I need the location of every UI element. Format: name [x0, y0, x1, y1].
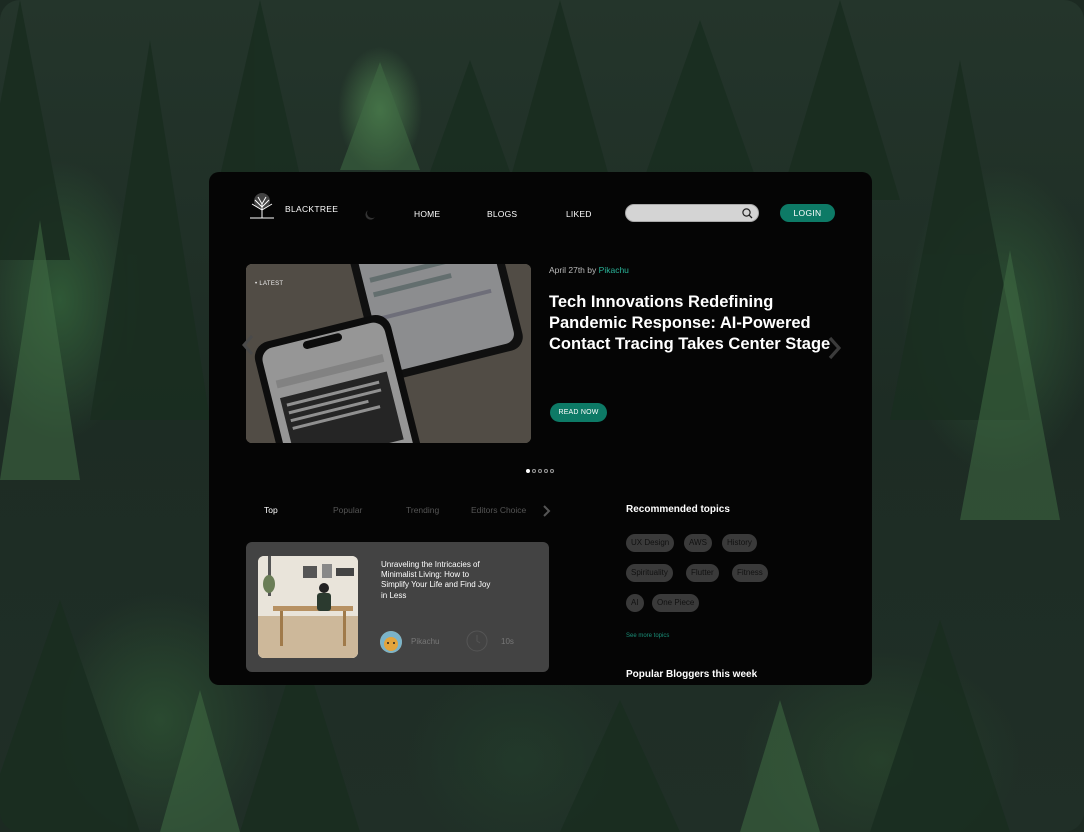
tab-trending[interactable]: Trending [406, 505, 439, 515]
topic-chip[interactable]: Spirituality [626, 564, 673, 582]
chevron-left-icon[interactable] [242, 334, 254, 356]
post-author[interactable]: Pikachu [411, 637, 439, 646]
carousel-dots [526, 469, 554, 473]
carousel-dot[interactable] [544, 469, 548, 473]
recommended-title: Recommended topics [626, 504, 730, 515]
hero-phones-image [246, 264, 531, 443]
topic-chip[interactable]: History [722, 534, 757, 552]
tab-popular[interactable]: Popular [333, 505, 362, 515]
login-button[interactable]: LOGIN [780, 204, 835, 222]
topic-chip[interactable]: AWS [684, 534, 712, 552]
topic-chip[interactable]: One Piece [652, 594, 700, 612]
carousel-dot[interactable] [550, 469, 554, 473]
topic-chip[interactable]: AI [626, 594, 644, 612]
carousel-dot[interactable] [532, 469, 536, 473]
moon-icon[interactable] [366, 207, 379, 220]
search-icon[interactable] [742, 208, 753, 219]
read-now-button[interactable]: READ NOW [550, 403, 607, 422]
avatar[interactable] [380, 631, 402, 653]
popular-bloggers-title: Popular Bloggers this week [626, 669, 758, 680]
hero-by: by [587, 265, 597, 275]
tab-editors-choice[interactable]: Editors Choice [471, 505, 526, 515]
hero-author[interactable]: Pikachu [599, 265, 629, 275]
post-image [258, 556, 358, 658]
post-title[interactable]: Unraveling the Intricacies of Minimalist… [381, 560, 491, 601]
nav-blogs[interactable]: BLOGS [487, 209, 517, 219]
topic-chip[interactable]: Flutter [686, 564, 719, 582]
hero-meta: April 27th by Pikachu [549, 265, 629, 275]
hero-image[interactable]: • LATEST [246, 264, 531, 443]
carousel-dot[interactable] [538, 469, 542, 473]
clock-icon [466, 630, 488, 652]
search-input[interactable] [626, 207, 752, 223]
topic-chip[interactable]: Fitness [732, 564, 768, 582]
search-bar [625, 204, 759, 223]
app-window: BLACKTREE HOME BLOGS LIKED LOGIN • LATES… [209, 172, 872, 685]
hero-title[interactable]: Tech Innovations Redefining Pandemic Res… [549, 292, 834, 355]
read-time: 10s [501, 637, 514, 646]
hero-date: April 27th [549, 265, 585, 275]
nav-liked[interactable]: LIKED [566, 209, 592, 219]
brand-logo[interactable]: BLACKTREE [247, 192, 338, 220]
topic-chip[interactable]: UX Design [626, 534, 675, 552]
nav-home[interactable]: HOME [414, 209, 440, 219]
post-card[interactable]: Unraveling the Intricacies of Minimalist… [246, 542, 549, 672]
see-more-topics-link[interactable]: See more topics [626, 633, 669, 639]
tab-top[interactable]: Top [264, 505, 278, 515]
carousel-dot[interactable] [526, 469, 530, 473]
tree-icon [250, 193, 274, 219]
chevron-right-icon[interactable] [542, 504, 551, 518]
latest-badge: • LATEST [255, 281, 284, 287]
brand-name: BLACKTREE [285, 204, 339, 214]
